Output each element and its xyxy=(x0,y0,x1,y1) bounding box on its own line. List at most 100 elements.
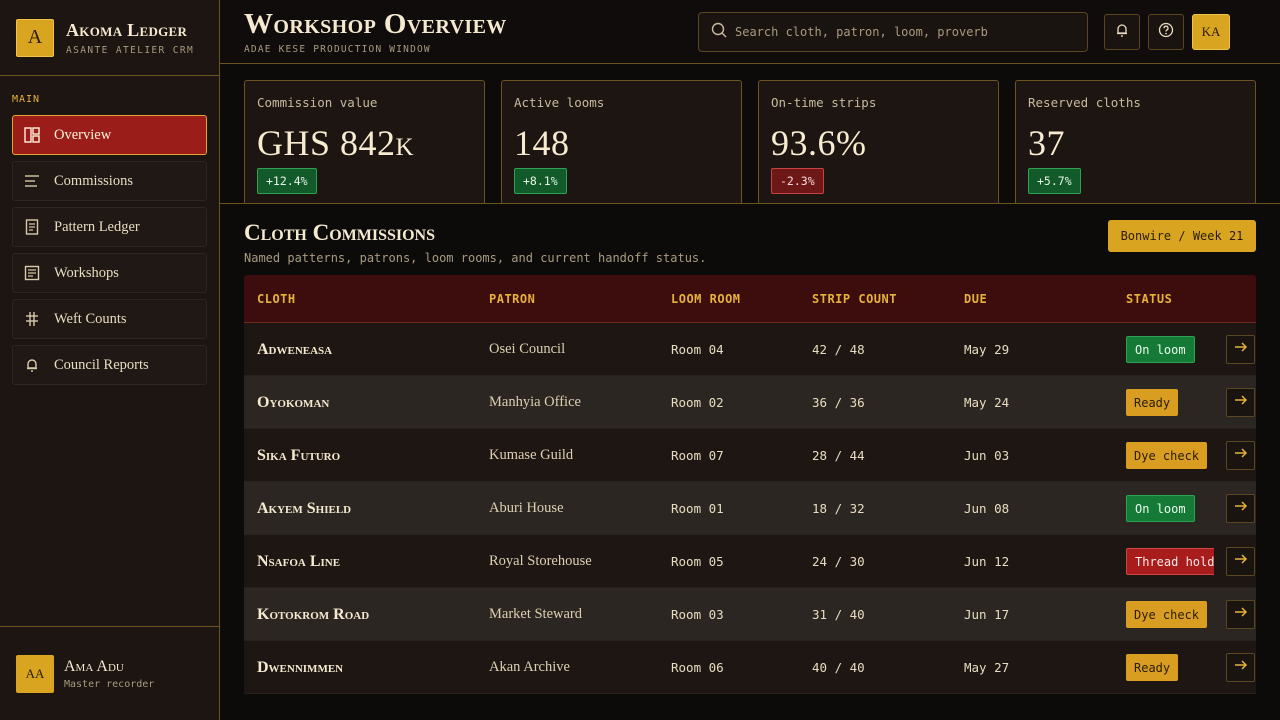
due-date: Jun 03 xyxy=(964,448,1010,463)
sidebar-item-label: Overview xyxy=(54,126,112,143)
document-icon xyxy=(24,219,40,235)
list-icon xyxy=(24,173,40,189)
arrow-right-icon xyxy=(1234,446,1248,465)
open-row-button[interactable] xyxy=(1226,441,1255,470)
column-header-status[interactable]: STATUS xyxy=(1126,292,1172,306)
open-row-button[interactable] xyxy=(1226,388,1255,417)
avatar: AA xyxy=(16,654,54,693)
account-button[interactable]: KA xyxy=(1192,14,1230,50)
notifications-button[interactable] xyxy=(1104,14,1140,50)
kpi-card-on-time-strips[interactable]: On-time strips 93.6% -2.3% xyxy=(758,80,999,203)
status-badge: Ready xyxy=(1126,389,1179,416)
cloth-name: Nsafoa Line xyxy=(257,552,341,570)
kpi-value: 37 xyxy=(1028,123,1065,163)
page-subtitle: ADAE KESE PRODUCTION WINDOW xyxy=(244,44,431,55)
kpi-value: 148 xyxy=(514,123,570,163)
arrow-right-icon xyxy=(1234,340,1248,359)
sidebar-item-council-reports[interactable]: Council Reports xyxy=(12,345,207,385)
search-icon xyxy=(711,22,727,43)
arrow-right-icon xyxy=(1234,499,1248,518)
column-header-strip-count[interactable]: STRIP COUNT xyxy=(812,292,897,306)
loom-room: Room 06 xyxy=(671,660,724,675)
dashboard-icon xyxy=(24,127,40,143)
strip-count: 31 / 40 xyxy=(812,607,865,622)
status-badge: Ready xyxy=(1126,654,1179,681)
sidebar-item-label: Council Reports xyxy=(54,356,149,373)
strip-count: 40 / 40 xyxy=(812,660,865,675)
table-row[interactable]: Adweneasa Osei Council Room 04 42 / 48 M… xyxy=(244,323,1256,376)
patron-name: Kumase Guild xyxy=(489,447,574,463)
sidebar-item-label: Pattern Ledger xyxy=(54,218,140,235)
sidebar-item-pattern-ledger[interactable]: Pattern Ledger xyxy=(12,207,207,247)
table-row[interactable]: Dwennimmen Akan Archive Room 06 40 / 40 … xyxy=(244,641,1256,694)
weft-icon xyxy=(24,311,40,327)
column-header-due[interactable]: DUE xyxy=(964,292,987,306)
kpi-label: Active looms xyxy=(514,95,605,110)
table-row[interactable]: Nsafoa Line Royal Storehouse Room 05 24 … xyxy=(244,535,1256,588)
bell-outline-icon xyxy=(24,357,40,373)
sidebar-item-weft-counts[interactable]: Weft Counts xyxy=(12,299,207,339)
due-date: May 27 xyxy=(964,660,1010,675)
open-row-button[interactable] xyxy=(1226,547,1255,576)
nav-section-label: MAIN xyxy=(12,94,41,105)
arrow-right-icon xyxy=(1234,658,1248,677)
column-header-patron[interactable]: PATRON xyxy=(489,292,535,306)
kpi-value: 93.6% xyxy=(771,123,867,163)
section-subtitle: Named patterns, patrons, loom rooms, and… xyxy=(244,251,707,265)
user-profile[interactable]: AA Ama Adu Master recorder xyxy=(0,626,219,720)
bell-icon xyxy=(1114,22,1130,43)
patron-name: Royal Storehouse xyxy=(489,553,592,569)
arrow-right-icon xyxy=(1234,552,1248,571)
sidebar-item-overview[interactable]: Overview xyxy=(12,115,207,155)
kpi-card-commission-value[interactable]: Commission value GHS 842k +12.4% xyxy=(244,80,485,203)
sidebar-item-workshops[interactable]: Workshops xyxy=(12,253,207,293)
table-row[interactable]: Akyem Shield Aburi House Room 01 18 / 32… xyxy=(244,482,1256,535)
patron-name: Aburi House xyxy=(489,500,564,516)
kpi-delta-badge: +12.4% xyxy=(257,168,317,194)
status-badge: On loom xyxy=(1126,495,1195,522)
kpi-label: On-time strips xyxy=(771,95,877,110)
cloth-name: Oyokoman xyxy=(257,393,330,411)
due-date: May 24 xyxy=(964,395,1010,410)
search-box[interactable] xyxy=(698,12,1088,52)
kpi-label: Reserved cloths xyxy=(1028,95,1141,110)
column-header-cloth[interactable]: CLOTH xyxy=(257,292,296,306)
sidebar-item-label: Weft Counts xyxy=(54,310,127,327)
help-icon xyxy=(1158,22,1174,43)
cloth-name: Kotokrom Road xyxy=(257,605,370,623)
open-row-button[interactable] xyxy=(1226,653,1255,682)
sidebar-item-commissions[interactable]: Commissions xyxy=(12,161,207,201)
page-title: Workshop Overview xyxy=(244,8,507,40)
loom-room: Room 04 xyxy=(671,342,724,357)
arrow-right-icon xyxy=(1234,605,1248,624)
loom-room: Room 05 xyxy=(671,554,724,569)
section-title: Cloth Commissions xyxy=(244,220,436,245)
open-row-button[interactable] xyxy=(1226,335,1255,364)
app-logo[interactable]: A xyxy=(16,18,54,57)
loom-room: Room 01 xyxy=(671,501,724,516)
kpi-card-active-looms[interactable]: Active looms 148 +8.1% xyxy=(501,80,742,203)
table-row[interactable]: Sika Futuro Kumase Guild Room 07 28 / 44… xyxy=(244,429,1256,482)
sidebar-nav: Overview Commissions Pattern Ledger Work… xyxy=(12,115,207,391)
strip-count: 36 / 36 xyxy=(812,395,865,410)
table-row[interactable]: Oyokoman Manhyia Office Room 02 36 / 36 … xyxy=(244,376,1256,429)
help-button[interactable] xyxy=(1148,14,1184,50)
kpi-card-reserved-cloths[interactable]: Reserved cloths 37 +5.7% xyxy=(1015,80,1256,203)
cloth-name: Dwennimmen xyxy=(257,658,344,676)
search-input[interactable] xyxy=(735,25,1075,39)
status-badge: Dye check xyxy=(1126,442,1208,469)
strip-count: 18 / 32 xyxy=(812,501,865,516)
open-row-button[interactable] xyxy=(1226,494,1255,523)
strip-count: 42 / 48 xyxy=(812,342,865,357)
patron-name: Manhyia Office xyxy=(489,394,581,410)
patron-name: Market Steward xyxy=(489,606,583,622)
patron-name: Akan Archive xyxy=(489,659,570,675)
kpi-delta-badge: +8.1% xyxy=(514,168,567,194)
week-filter-button[interactable]: Bonwire / Week 21 xyxy=(1108,220,1256,252)
board-icon xyxy=(24,265,40,281)
column-header-loom-room[interactable]: LOOM ROOM xyxy=(671,292,741,306)
due-date: Jun 17 xyxy=(964,607,1010,622)
open-row-button[interactable] xyxy=(1226,600,1255,629)
section-divider xyxy=(220,203,1280,204)
table-row[interactable]: Kotokrom Road Market Steward Room 03 31 … xyxy=(244,588,1256,641)
